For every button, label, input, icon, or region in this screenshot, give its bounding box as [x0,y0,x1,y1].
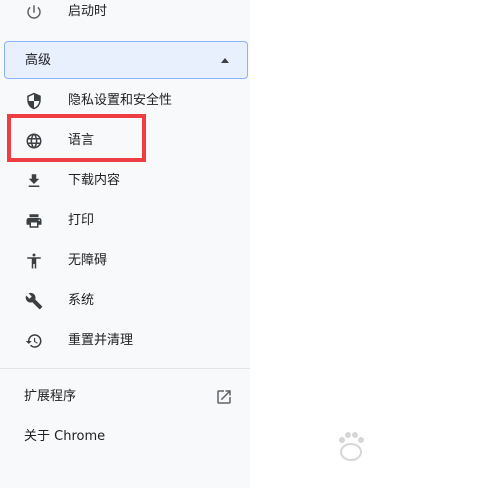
settings-sidebar: 启动时 高级 隐私设置和安全性 语言 下载内容 打印 无障碍 系统 重置并清理 … [0,0,250,488]
sidebar-item-startup[interactable]: 启动时 [0,0,250,32]
sidebar-item-label: 无障碍 [68,253,108,268]
sidebar-item-label: 重置并清理 [68,333,134,348]
advanced-section-toggle[interactable]: 高级 [4,41,248,79]
advanced-label: 高级 [25,53,52,68]
sidebar-item-languages[interactable]: 语言 [0,121,250,161]
sidebar-item-printing[interactable]: 打印 [0,201,250,241]
globe-icon [24,131,44,151]
sidebar-item-accessibility[interactable]: 无障碍 [0,241,250,281]
sidebar-item-label: 打印 [68,213,95,228]
sidebar-item-label: 关于 Chrome [24,429,106,444]
sidebar-item-privacy[interactable]: 隐私设置和安全性 [0,81,250,121]
sidebar-item-label: 语言 [68,133,95,148]
sidebar-divider [0,368,250,369]
sidebar-item-label: 扩展程序 [24,389,77,404]
sidebar-item-about-chrome[interactable]: 关于 Chrome [0,417,250,457]
sidebar-item-extensions[interactable]: 扩展程序 [0,377,250,417]
shield-icon [24,91,44,111]
arrow-up-icon [221,58,229,63]
wrench-icon [24,291,44,311]
accessibility-icon [24,251,44,271]
printer-icon [24,211,44,231]
sidebar-item-label: 隐私设置和安全性 [68,93,173,108]
sidebar-item-system[interactable]: 系统 [0,281,250,321]
sidebar-item-reset[interactable]: 重置并清理 [0,321,250,361]
sidebar-item-label: 系统 [68,293,95,308]
sidebar-item-downloads[interactable]: 下载内容 [0,161,250,201]
sidebar-item-label: 启动时 [68,4,108,19]
baidu-watermark-logo [331,426,451,466]
sidebar-item-label: 下载内容 [68,173,121,188]
open-in-new-icon [215,388,233,406]
restore-icon [24,331,44,351]
download-icon [24,171,44,191]
power-icon [24,2,44,22]
